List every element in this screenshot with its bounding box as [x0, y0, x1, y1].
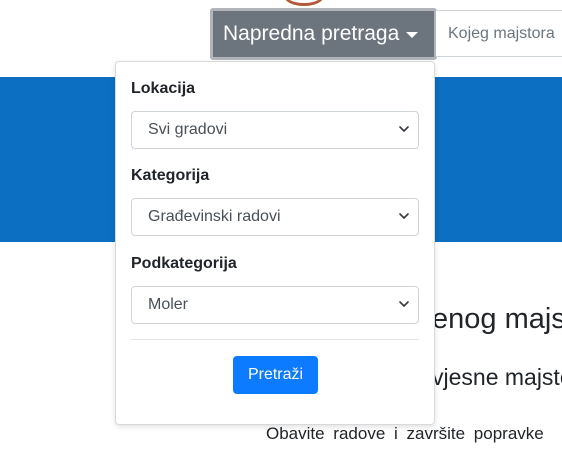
chevron-down-icon [399, 213, 409, 219]
advanced-search-label: Napredna pretraga [223, 22, 400, 45]
subcategory-select[interactable]: Moler [131, 286, 419, 324]
advanced-search-button[interactable]: Napredna pretraga [210, 8, 437, 60]
subcategory-select-value: Moler [148, 296, 189, 313]
page-heading: enog majs [432, 303, 562, 335]
page-subheading: vjesne majsto [432, 364, 562, 390]
category-label: Kategorija [131, 167, 210, 184]
location-select[interactable]: Svi gradovi [131, 111, 419, 149]
category-select[interactable]: Građevinski radovi [131, 198, 419, 236]
location-label: Lokacija [131, 80, 196, 97]
chevron-down-icon [399, 126, 409, 132]
caret-down-icon [406, 32, 419, 38]
subcategory-label: Podkategorija [131, 255, 237, 272]
logo[interactable] [284, 0, 324, 6]
category-select-value: Građevinski radovi [148, 208, 281, 225]
location-select-value: Svi gradovi [148, 121, 228, 138]
search-submit-button[interactable]: Pretraži [233, 356, 318, 394]
dropdown-divider [131, 339, 419, 340]
search-input[interactable] [436, 10, 562, 57]
advanced-search-dropdown: Lokacija Svi gradovi Kategorija Građevin… [115, 61, 435, 425]
chevron-down-icon [399, 301, 409, 307]
intro-paragraph: Obavite radove i završite popravke [266, 424, 544, 443]
